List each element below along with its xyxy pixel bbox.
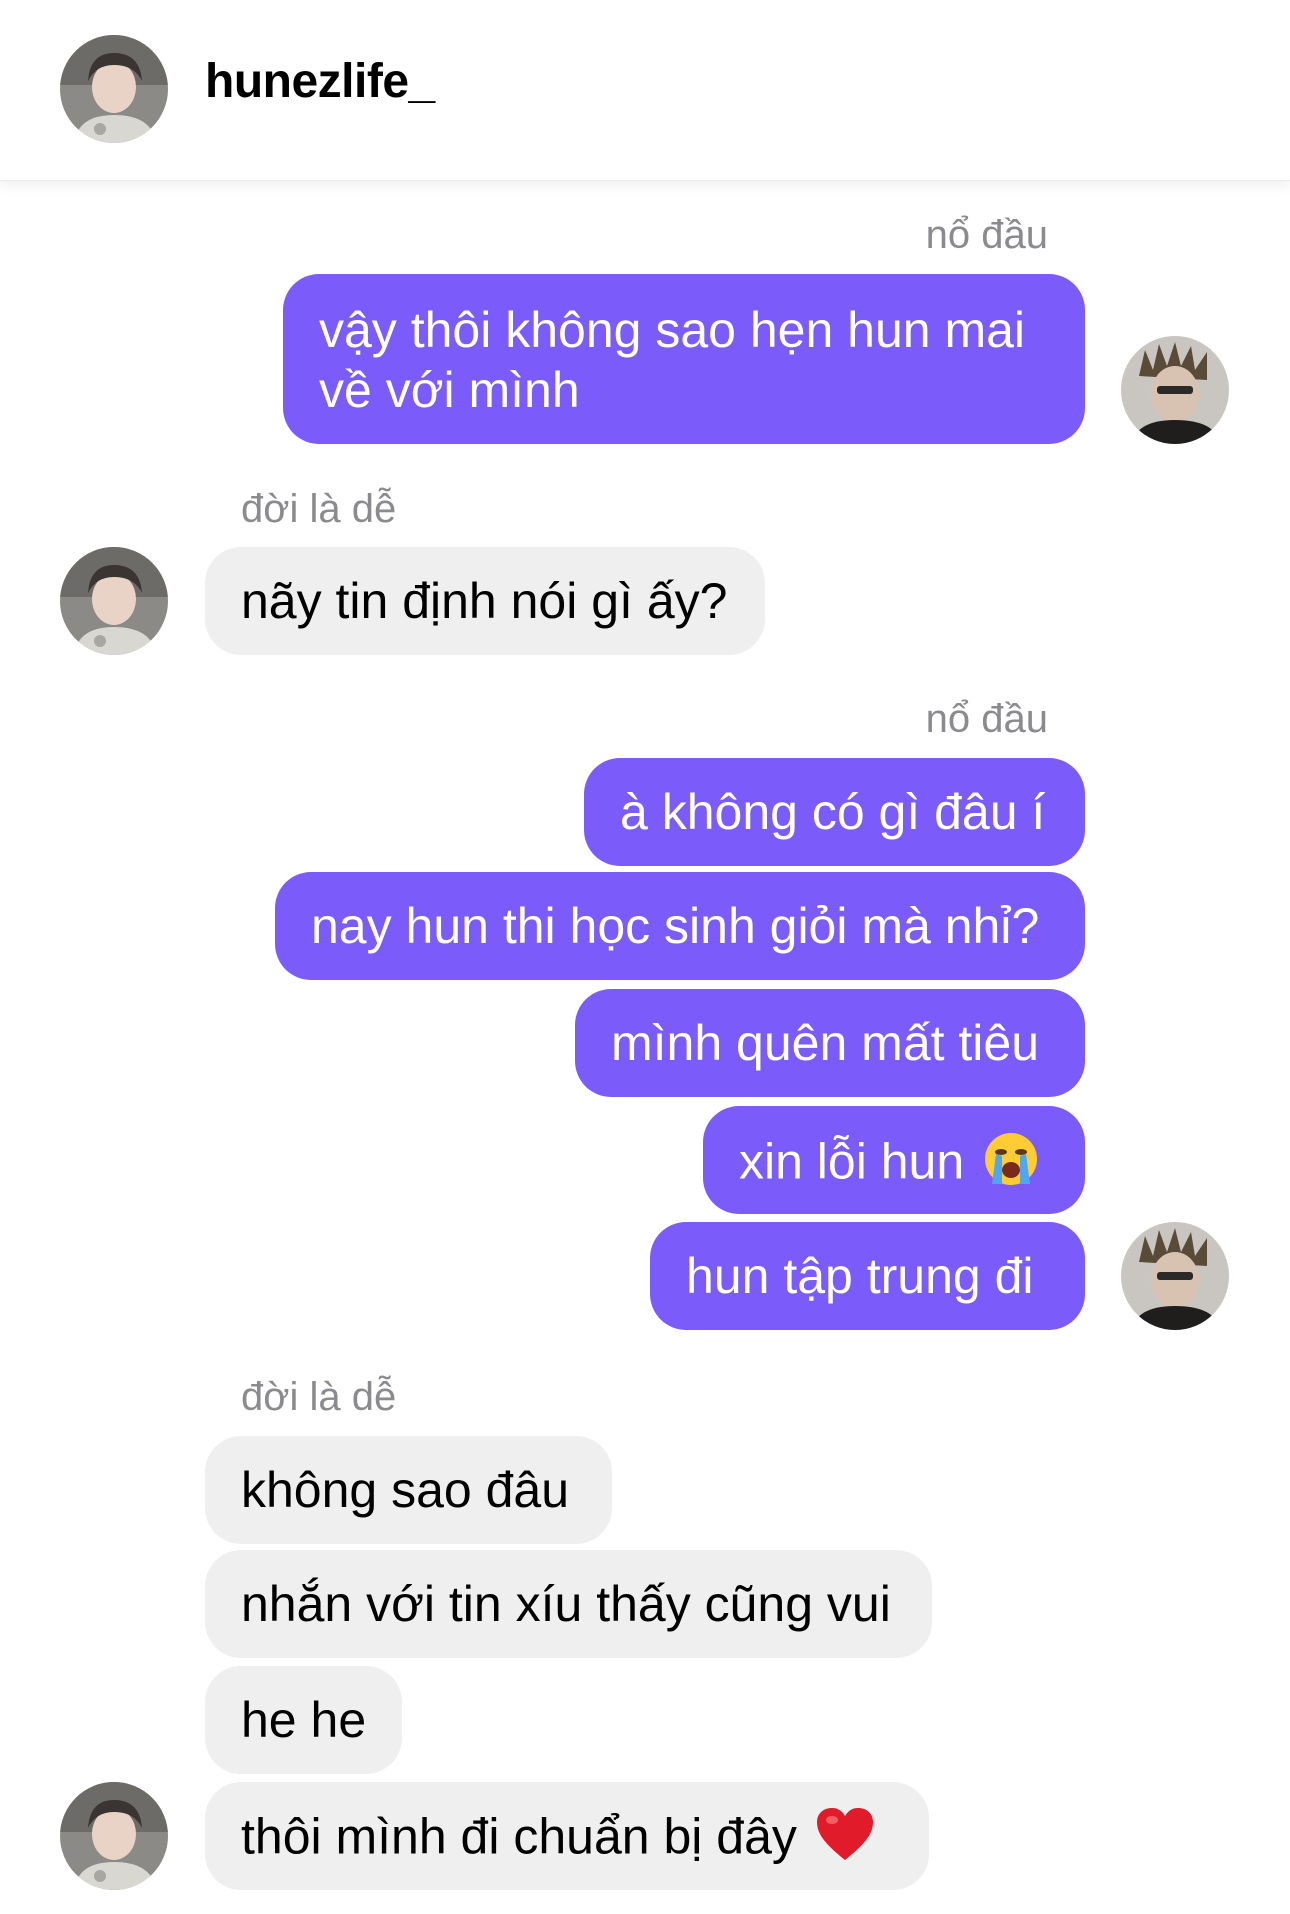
contact-avatar[interactable] [60,1782,168,1890]
user-photo-icon [60,1782,168,1890]
message-text: hun tập trung đi [686,1248,1034,1304]
user-photo-icon [60,35,168,143]
message-text: mình quên mất tiêu [611,1015,1040,1071]
message-bubble-outgoing[interactable]: xin lỗi hun [703,1106,1085,1214]
message-bubble-incoming[interactable]: he he [205,1666,402,1774]
sender-name: nổ đầu [925,697,1048,741]
profile-avatar[interactable] [60,35,168,143]
message-bubble-outgoing[interactable]: à không có gì đâu í [584,758,1085,866]
message-bubble-incoming[interactable]: không sao đâu [205,1436,612,1544]
user-photo-icon [60,547,168,655]
message-text: không sao đâu [241,1462,570,1518]
message-bubble-outgoing[interactable]: hun tập trung đi [650,1222,1085,1330]
message-text: nhắn với tin xíu thấy cũng vui [241,1576,891,1632]
chat-header: hunezlife_ [0,0,1290,181]
message-text: về với mình [319,362,580,418]
message-bubble-incoming[interactable]: nãy tin định nói gì ấy? [205,547,765,655]
message-bubble-incoming[interactable]: nhắn với tin xíu thấy cũng vui [205,1550,932,1658]
message-bubble-outgoing[interactable]: vậy thôi không sao hẹn hun mai về với mì… [283,274,1085,444]
message-text: vậy thôi không sao hẹn hun mai [319,302,1026,358]
message-text: nay hun thi học sinh giỏi mà nhỉ? [311,898,1040,954]
own-avatar[interactable] [1121,1222,1229,1330]
sender-name: đời là dễ [241,487,397,531]
message-text: he he [241,1692,367,1748]
sender-name: đời là dễ [241,1375,397,1419]
contact-avatar[interactable] [60,547,168,655]
message-text: nãy tin định nói gì ấy? [241,573,728,629]
message-text: xin lỗi hun [739,1133,965,1190]
user-photo-icon [1121,1222,1229,1330]
message-text: à không có gì đâu í [620,784,1046,840]
chat-username[interactable]: hunezlife_ [205,54,435,109]
message-bubble-incoming[interactable]: thôi mình đi chuẩn bị đây [205,1782,929,1890]
sender-name: nổ đầu [925,213,1048,257]
message-bubble-outgoing[interactable]: nay hun thi học sinh giỏi mà nhỉ? [275,872,1085,980]
message-text: thôi mình đi chuẩn bị đây [241,1808,797,1865]
user-photo-icon [1121,336,1229,444]
red-heart-icon [815,1806,875,1875]
loudly-crying-face-icon [982,1130,1040,1201]
own-avatar[interactable] [1121,336,1229,444]
message-bubble-outgoing[interactable]: mình quên mất tiêu [575,989,1085,1097]
